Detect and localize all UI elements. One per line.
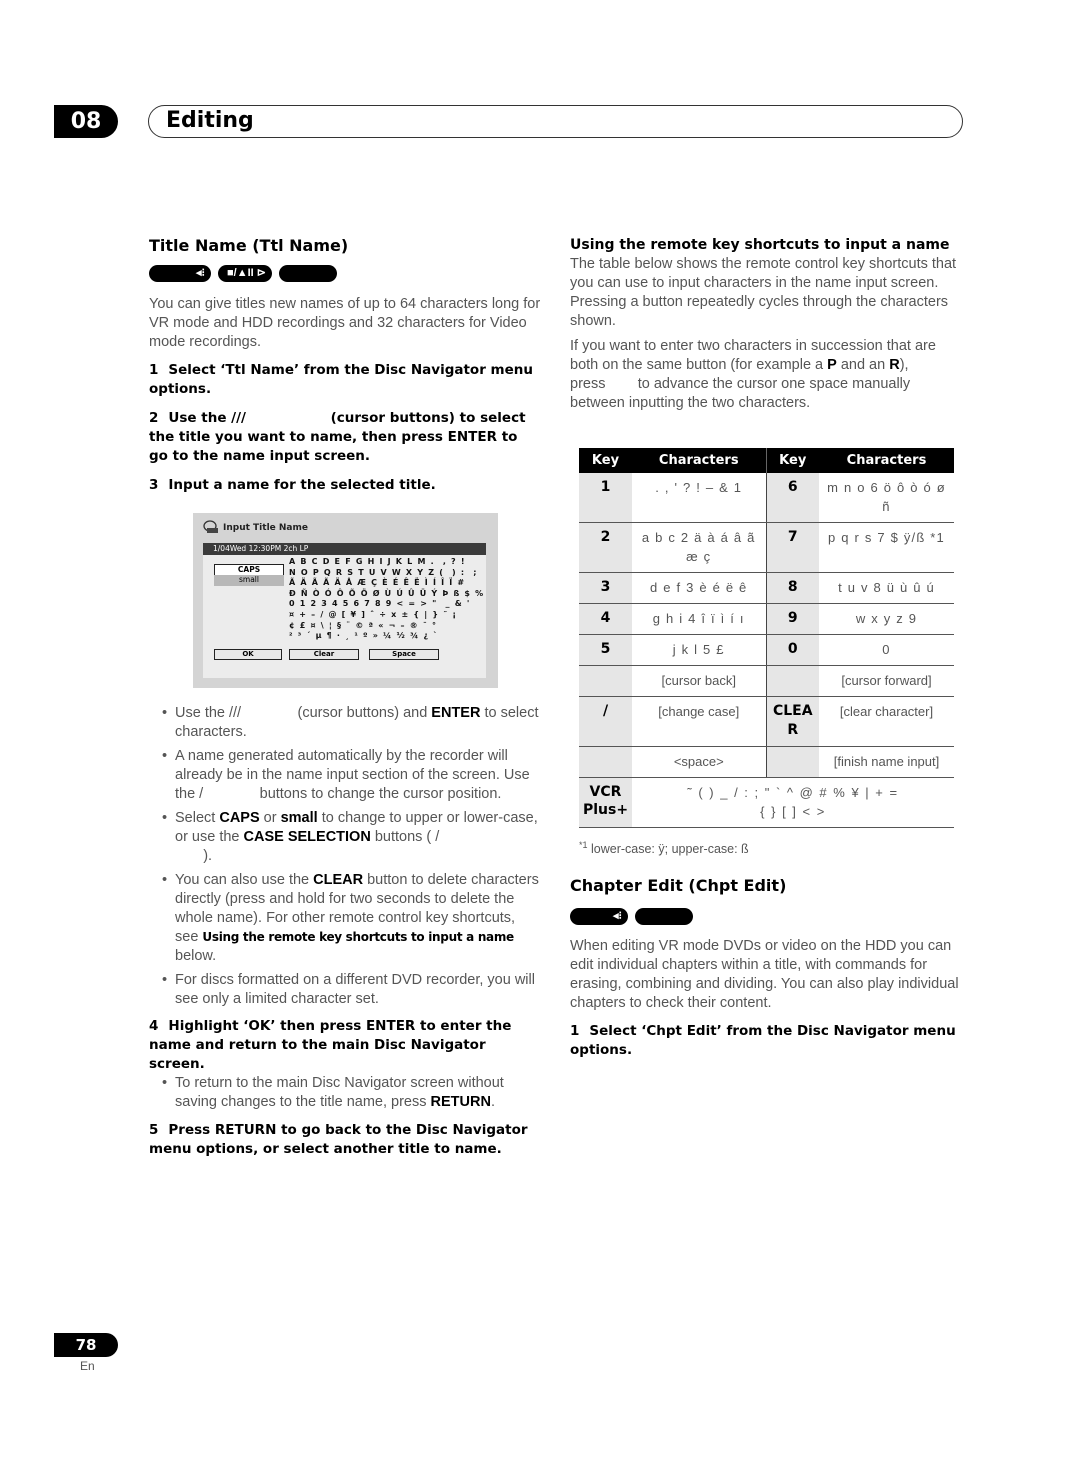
key-cell: 5: [579, 634, 632, 666]
step-5: 5 Press RETURN to go back to the Disc Nav…: [149, 1122, 528, 1157]
shortcuts-cross-reference-link[interactable]: Using the remote key shortcuts to input …: [202, 930, 514, 944]
chapter-edit-step-1: 1 Select ‘Chpt Edit’ from the Disc Naviga…: [570, 1023, 956, 1058]
title-name-section: Title Name (Ttl Name) ◂⁝ ■/▲II ⊳ You can …: [149, 236, 541, 495]
header-key-2: Key: [766, 448, 819, 473]
table-row-vcr-plus: VCR Plus+ ˜ ( ) _ / : ; " ` ^ @ # % ¥ | …: [579, 777, 954, 828]
vr-mode-media-icon: ■/▲II ⊳: [218, 265, 272, 282]
shortcuts-section: Using the remote key shortcuts to input …: [570, 236, 962, 413]
title-name-heading: Title Name (Ttl Name): [149, 236, 349, 255]
key-cell: /: [579, 696, 632, 747]
note-cursor-buttons: Use the /// (cursor buttons) and ENTER t…: [149, 704, 541, 742]
key-shortcut-table: Key Characters Key Characters 1. , ' ? !…: [579, 448, 954, 828]
chapter-title: Editing: [166, 108, 254, 133]
characters-cell: w x y z 9: [819, 603, 954, 635]
table-header-row: Key Characters Key Characters: [579, 448, 954, 473]
shortcuts-para-2: If you want to enter two characters in s…: [570, 338, 936, 411]
characters-cell: [cursor forward]: [819, 665, 954, 697]
table-row: / [change case] CLEAR [clear character]: [579, 696, 954, 747]
table-row: 5j k l 5 £0 0: [579, 634, 954, 666]
characters-cell: g h i 4 î ï ì í ı: [632, 603, 767, 635]
characters-cell: 0: [819, 634, 954, 666]
space-button[interactable]: Space: [369, 649, 439, 660]
vr-mode-media-icon: [635, 908, 693, 925]
screen-title: Input Title Name: [223, 523, 308, 533]
header-key-1: Key: [579, 448, 632, 473]
table-row: <space> [finish name input]: [579, 746, 954, 778]
key-cell: 0: [766, 634, 819, 666]
chapter-edit-heading: Chapter Edit (Chpt Edit): [570, 876, 787, 895]
small-button[interactable]: small: [214, 575, 284, 586]
chapter-edit-intro: When editing VR mode DVDs or video on th…: [570, 938, 959, 1011]
characters-cell: j k l 5 £: [632, 634, 767, 666]
shortcuts-heading: Using the remote key shortcuts to input …: [570, 237, 950, 253]
characters-cell: [finish name input]: [819, 746, 954, 778]
title-name-intro: You can give titles new names of up to 6…: [149, 296, 541, 350]
header-characters-2: Characters: [819, 448, 954, 473]
note-return-without-saving: To return to the main Disc Navigator scr…: [149, 1074, 541, 1112]
video-mode-media-icon: [279, 265, 337, 282]
table-row: 4g h i 4 î ï ì í ı9w x y z 9: [579, 603, 954, 635]
step-3: 3 Input a name for the selected title.: [149, 477, 436, 493]
characters-cell: . , ' ? ! – & 1: [632, 473, 767, 523]
key-cell: CLEAR: [766, 696, 819, 747]
key-cell: 3: [579, 572, 632, 604]
hdd-media-icon: ◂⁝: [149, 265, 211, 282]
step-4: 4 Highlight ‘OK’ then press ENTER to ente…: [149, 1018, 512, 1072]
characters-cell: a b c 2 ä à á â ã æ ç: [632, 522, 767, 573]
key-cell: 7: [766, 522, 819, 573]
characters-cell: [clear character]: [819, 696, 954, 747]
key-cell: 1: [579, 473, 632, 523]
note-limited-charset: For discs formatted on a different DVD r…: [149, 971, 541, 1009]
table-row: 3d e f 3 è é ë ê8t u v 8 ü ù û ú: [579, 572, 954, 604]
vcr-plus-characters: ˜ ( ) _ / : ; " ` ^ @ # % ¥ | + ={ } [ ]…: [632, 777, 954, 828]
step-2: 2 Use the /// (cursor buttons) to select …: [149, 410, 526, 464]
key-cell: 9: [766, 603, 819, 635]
key-shortcut-table-wrap: Key Characters Key Characters 1. , ' ? !…: [579, 448, 954, 856]
character-grid[interactable]: A B C D E F G H I J K L M . , ? ! N O P …: [289, 557, 483, 642]
characters-cell: p q r s 7 $ ÿ/ß *1: [819, 522, 954, 573]
disc-navigator-icon: [203, 520, 218, 533]
page-number: 78: [54, 1333, 118, 1357]
table-row: 1. , ' ? ! – & 16m n o 6 ö ô ò ó ø ñ: [579, 473, 954, 523]
chapter-number-badge: 08: [54, 105, 118, 138]
key-cell: [579, 746, 632, 778]
note-auto-name: A name generated automatically by the re…: [149, 747, 541, 804]
key-cell: [579, 665, 632, 697]
input-title-name-screenshot: Input Title Name 1/04Wed 12:30PM 2ch LP …: [193, 513, 498, 688]
key-cell: 6: [766, 473, 819, 523]
characters-cell: d e f 3 è é ë ê: [632, 572, 767, 604]
characters-cell: <space>: [632, 746, 767, 778]
shortcuts-para-1: The table below shows the remote control…: [570, 256, 957, 329]
note-caps-small: Select CAPS or small to change to upper …: [149, 809, 541, 866]
header-characters-1: Characters: [632, 448, 767, 473]
chapter-edit-media-icons: ◂⁝: [570, 908, 962, 925]
key-cell: 8: [766, 572, 819, 604]
table-footnote: *1 lower-case: ÿ; upper-case: ß: [579, 840, 749, 857]
characters-cell: t u v 8 ü ù û ú: [819, 572, 954, 604]
key-cell: [766, 665, 819, 697]
table-row: 2a b c 2 ä à á â ã æ ç7p q r s 7 $ ÿ/ß *…: [579, 522, 954, 573]
page-language: En: [80, 1359, 95, 1373]
chapter-edit-section: Chapter Edit (Chpt Edit) ◂⁝ When editing…: [570, 876, 962, 1060]
key-cell-vcr-plus: VCR Plus+: [579, 777, 632, 828]
ok-button[interactable]: OK: [214, 649, 282, 660]
chapter-title-frame: [148, 105, 963, 138]
media-compatibility-icons: ◂⁝ ■/▲II ⊳: [149, 265, 541, 282]
characters-cell: m n o 6 ö ô ò ó ø ñ: [819, 473, 954, 523]
hdd-media-icon: ◂⁝: [570, 908, 628, 925]
screen-status-bar: 1/04Wed 12:30PM 2ch LP: [203, 543, 486, 555]
table-row: [cursor back] [cursor forward]: [579, 665, 954, 697]
key-cell: 2: [579, 522, 632, 573]
characters-cell: [change case]: [632, 696, 767, 747]
key-cell: 4: [579, 603, 632, 635]
key-cell: [766, 746, 819, 778]
characters-cell: [cursor back]: [632, 665, 767, 697]
note-clear-button: You can also use the CLEAR button to del…: [149, 871, 541, 966]
step-1: 1 Select ‘Ttl Name’ from the Disc Navigat…: [149, 362, 534, 397]
step-3-notes: Use the /// (cursor buttons) and ENTER t…: [149, 704, 541, 1159]
clear-button[interactable]: Clear: [289, 649, 359, 660]
